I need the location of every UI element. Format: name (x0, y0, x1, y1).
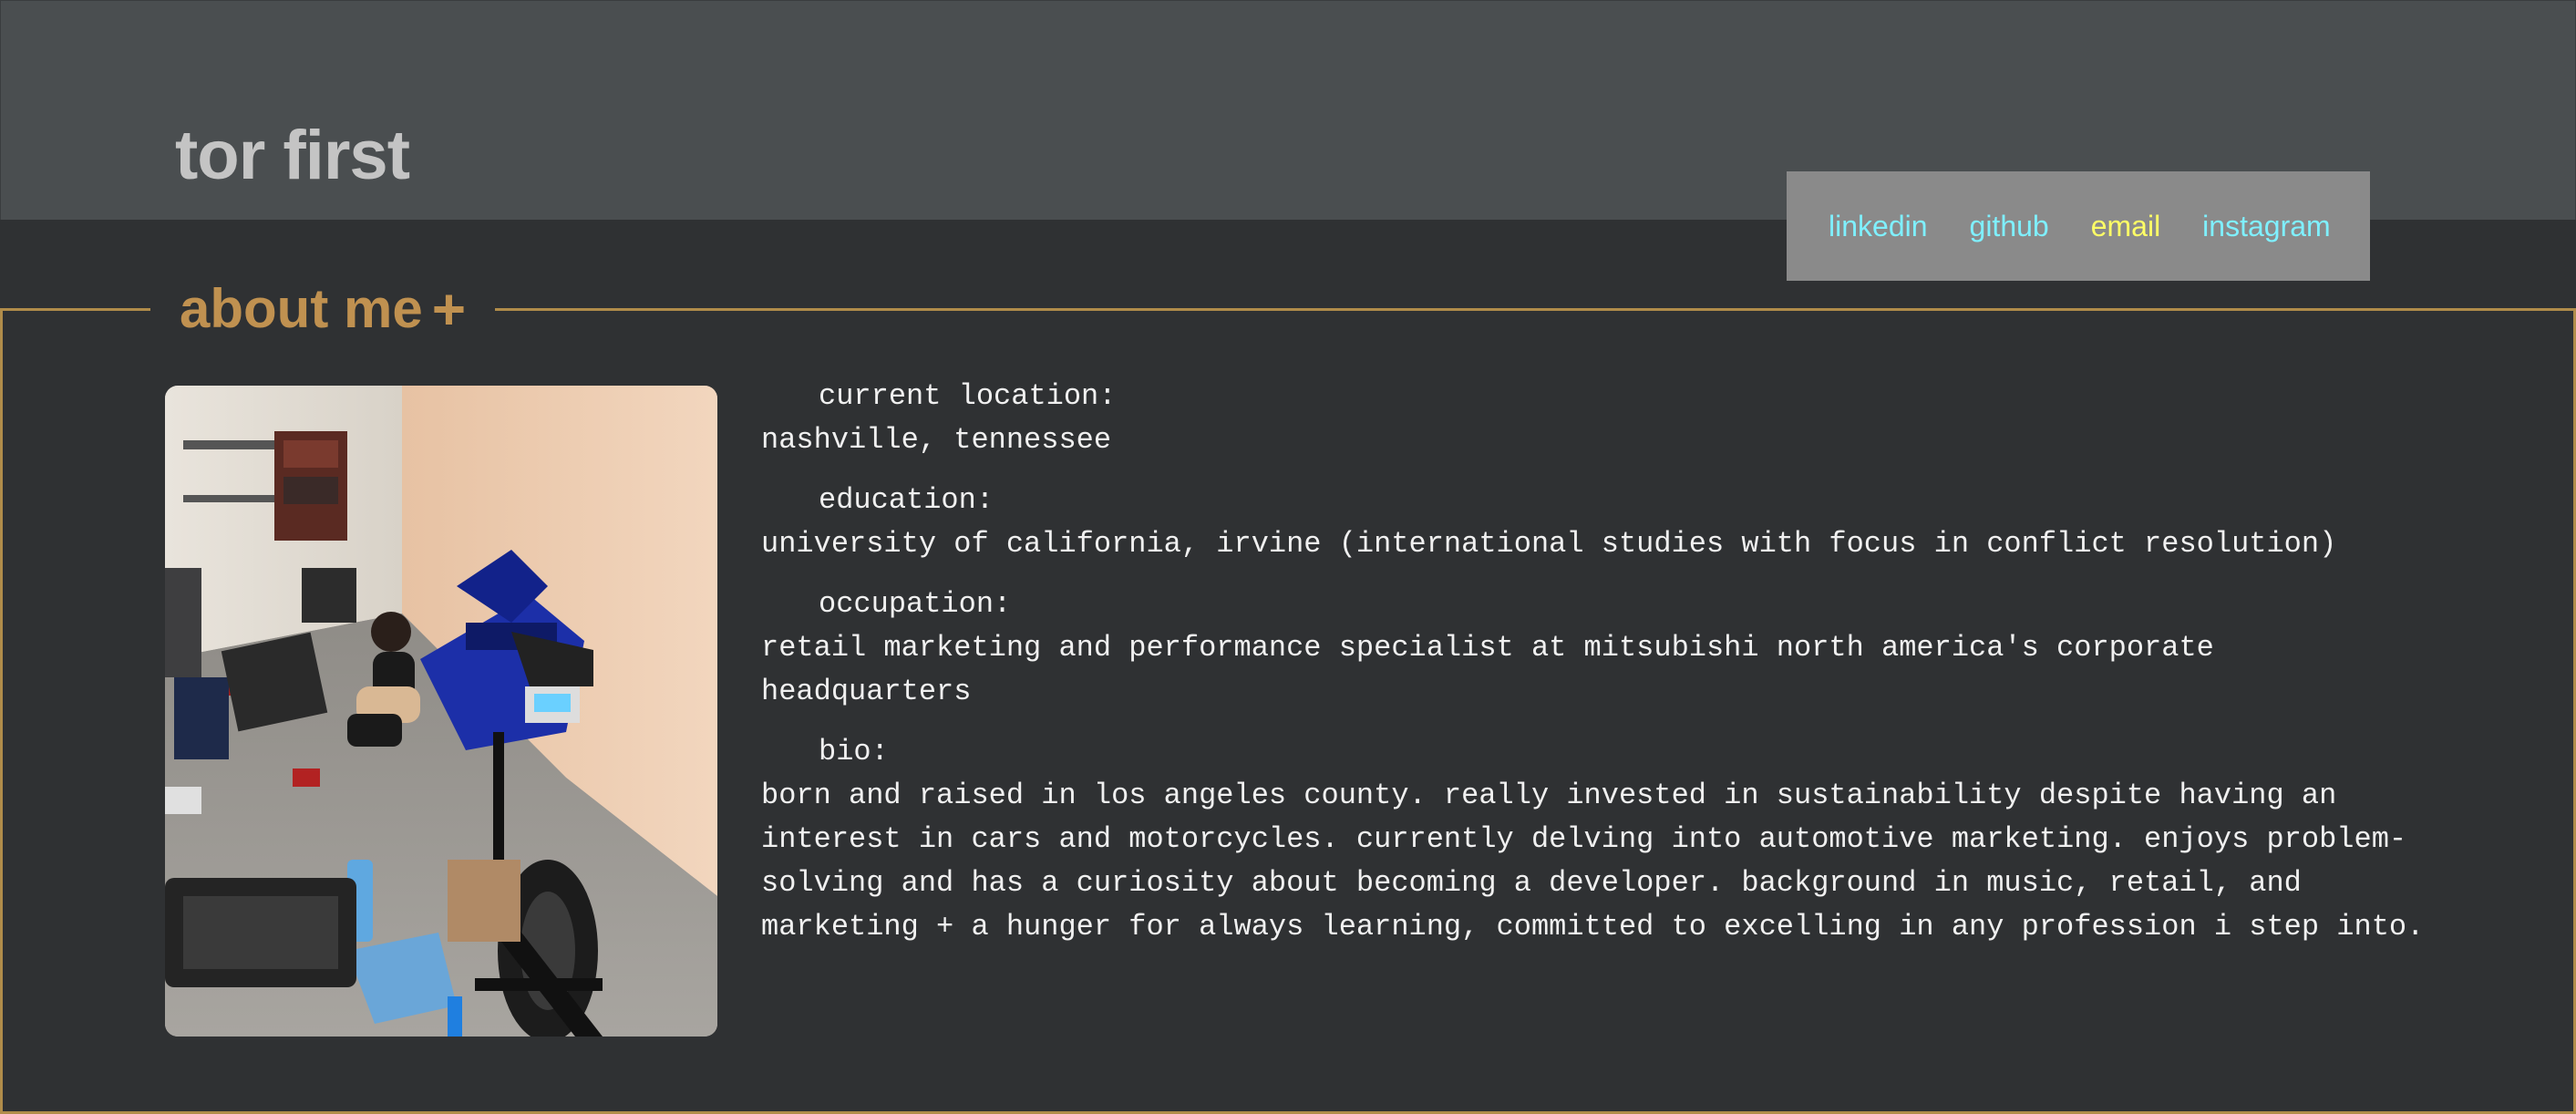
plus-icon: + (431, 276, 467, 342)
location-value: nashville, tennessee (761, 423, 1112, 457)
occupation-value: retail marketing and performance special… (761, 631, 2214, 708)
occupation-label: occupation: (819, 587, 1012, 621)
nav-link-linkedin[interactable]: linkedin (1829, 210, 1928, 243)
social-nav: linkedin github email instagram (1787, 171, 2370, 281)
about-toggle[interactable]: about me + (150, 273, 496, 346)
education-label: education: (819, 483, 994, 517)
profile-photo (165, 386, 717, 1037)
site-title: tor first (175, 117, 410, 194)
location-label: current location: (819, 379, 1117, 413)
motorcycle-garage-image (165, 386, 717, 1037)
bio-label: bio: (819, 735, 889, 768)
nav-link-github[interactable]: github (1970, 210, 2049, 243)
about-section: about me + current location: nashville, … (0, 273, 2576, 1114)
nav-link-email[interactable]: email (2091, 210, 2160, 243)
about-content: current location: nashville, tennessee e… (761, 375, 2438, 965)
nav-link-instagram[interactable]: instagram (2202, 210, 2331, 243)
bio-value: born and raised in los angeles county. r… (761, 779, 2425, 944)
about-heading: about me (180, 278, 423, 339)
education-value: university of california, irvine (intern… (761, 527, 2337, 561)
